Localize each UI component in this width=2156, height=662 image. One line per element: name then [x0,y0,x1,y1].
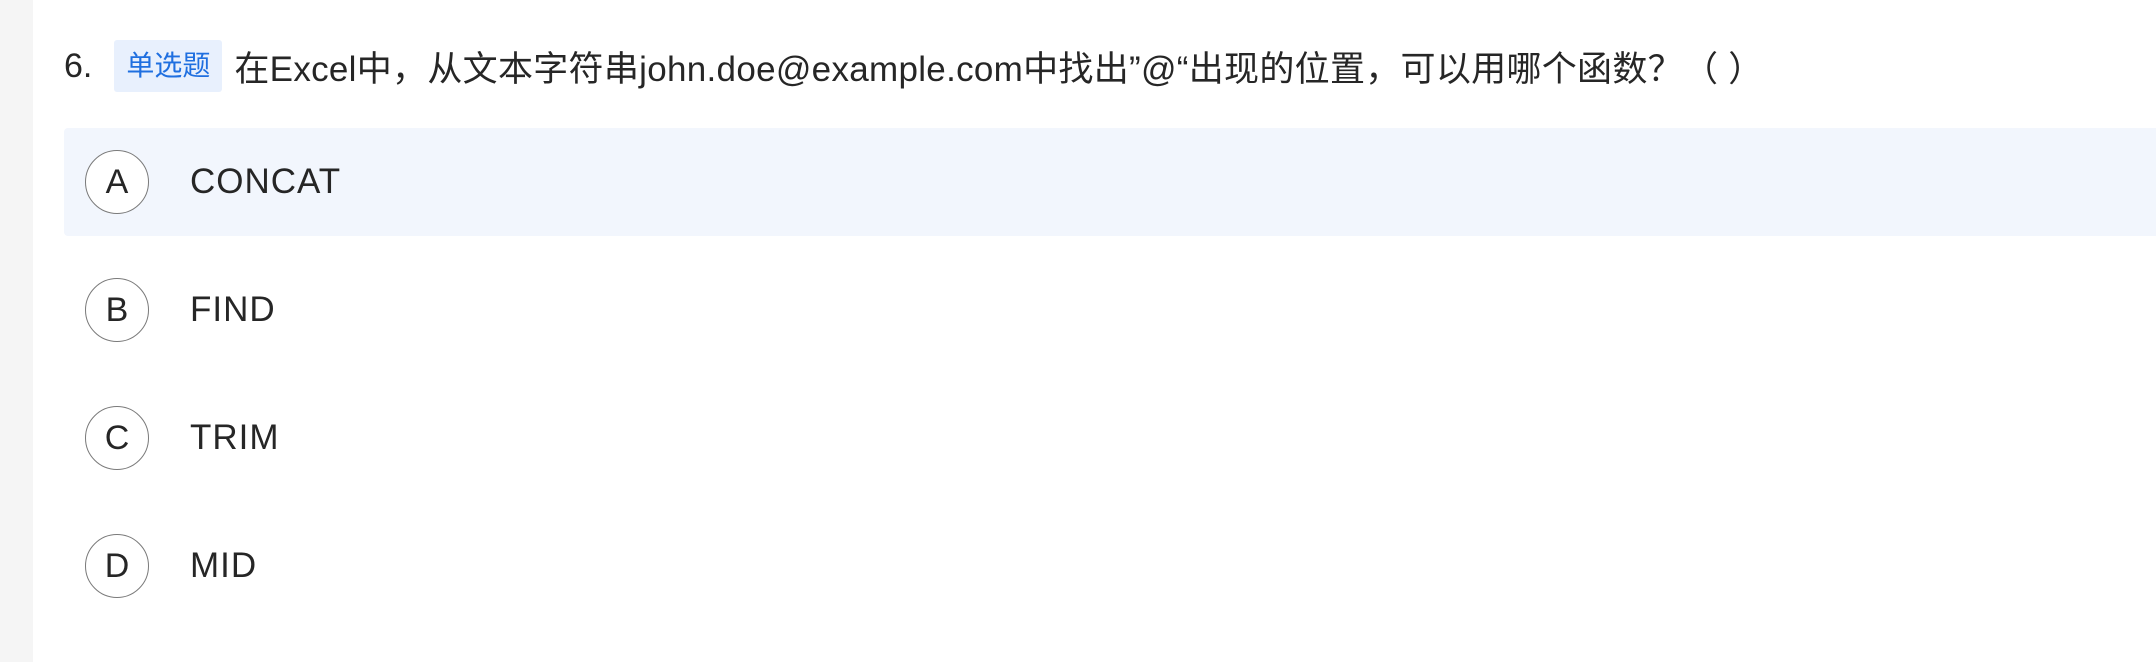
option-a-label: CONCAT [190,162,342,201]
option-d-radio[interactable]: D [85,534,149,598]
option-b-label: FIND [190,290,276,329]
left-gutter [0,0,33,662]
option-a[interactable]: A CONCAT [64,128,2156,236]
question-header: 6. 单选题 在Excel中，从文本字符串john.doe@example.co… [64,40,1764,92]
option-c-label: TRIM [190,418,280,457]
option-a-radio[interactable]: A [85,150,149,214]
option-c[interactable]: C TRIM [64,384,2156,492]
options-list: A CONCAT B FIND C TRIM D MID [64,128,2156,640]
option-b[interactable]: B FIND [64,256,2156,364]
question-text: 在Excel中，从文本字符串john.doe@example.com中找出”@“… [234,49,1764,89]
option-c-radio[interactable]: C [85,406,149,470]
option-b-radio[interactable]: B [85,278,149,342]
question-number: 6. [64,46,93,85]
option-d[interactable]: D MID [64,512,2156,620]
option-d-label: MID [190,546,258,585]
question-type-badge: 单选题 [114,40,223,92]
